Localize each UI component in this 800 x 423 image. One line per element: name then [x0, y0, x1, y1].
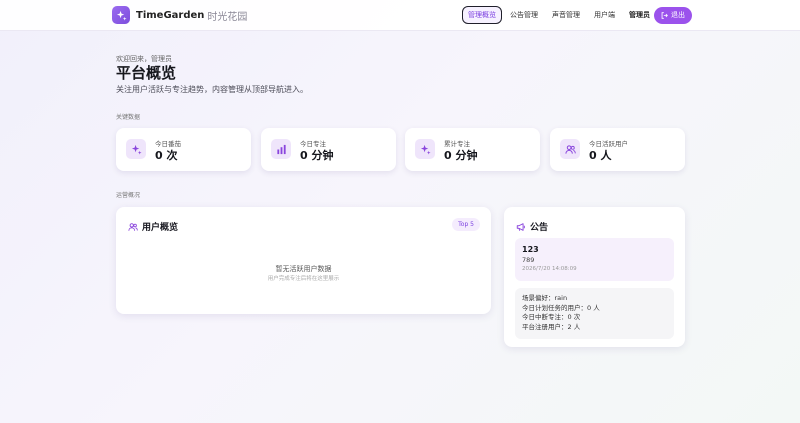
- sparkle-icon: [415, 139, 435, 159]
- empty-state-subtitle: 用户完成专注后将在这里展示: [267, 276, 340, 282]
- stat-value: 0 分钟: [300, 149, 334, 162]
- logout-icon: [661, 11, 668, 19]
- top-badge: Top 5: [452, 218, 480, 231]
- notice-item-title: 123: [522, 245, 539, 254]
- brand-subtitle: 时光花园: [207, 11, 248, 23]
- stat-card-today-focus: 今日专注 0 分钟: [261, 128, 396, 171]
- section-label-operations: 运营概况: [116, 192, 141, 199]
- users-icon: [560, 139, 580, 159]
- notice-item-body: 789: [522, 256, 535, 264]
- megaphone-icon: [516, 222, 525, 231]
- stat-value: 0 次: [155, 149, 178, 162]
- user-overview-panel: 用户概览 Top 5 暂无活跃用户数据 用户完成专注后将在这里展示: [116, 207, 491, 314]
- page-subtitle: 关注用户活跃与专注趋势，内容管理从顶部导航进入。: [116, 85, 308, 94]
- stat-value: 0 人: [589, 149, 612, 162]
- logout-label: 退出: [671, 11, 685, 19]
- main-nav: 管理概览 公告管理 声音管理 用户端 管理员 退出: [462, 6, 692, 24]
- stat-value: 0 分钟: [444, 149, 478, 162]
- stat-card-total-focus: 累计专注 0 分钟: [405, 128, 540, 171]
- notice-item[interactable]: 123 789 2026/7/20 14:08:09: [515, 238, 674, 281]
- user-overview-title: 用户概览: [128, 220, 178, 233]
- nav-user-client[interactable]: 用户端: [588, 6, 621, 24]
- nav-sound-management[interactable]: 声音管理: [546, 6, 586, 24]
- stats-line: 场景偏好：rain: [522, 294, 568, 302]
- notice-title-text: 公告: [530, 223, 549, 233]
- section-label-key-data: 关键数据: [116, 114, 141, 121]
- empty-state-title: 暂无活跃用户数据: [275, 265, 332, 273]
- notice-panel: 公告 123 789 2026/7/20 14:08:09 场景偏好：rain …: [504, 207, 685, 347]
- stat-card-active-users: 今日活跃用户 0 人: [550, 128, 685, 171]
- sparkle-logo-icon: [112, 6, 130, 24]
- brand-name: TimeGarden: [136, 9, 205, 21]
- bar-chart-icon: [271, 139, 291, 159]
- stats-line: 今日中断专注：0 次: [522, 313, 581, 321]
- stats-line: 平台注册用户：2 人: [522, 322, 581, 331]
- page-title: 平台概览: [116, 64, 177, 82]
- users-icon: [128, 222, 138, 231]
- sparkle-icon: [126, 139, 146, 159]
- current-user-name: 管理员: [629, 11, 650, 19]
- notice-item-time: 2026/7/20 14:08:09: [522, 266, 577, 272]
- stats-line: 今日计划任务的用户：0 人: [522, 303, 600, 312]
- stat-card-today-pomodoro: 今日番茄 0 次: [116, 128, 251, 171]
- notice-title: 公告: [516, 220, 548, 233]
- platform-stats-box: 场景偏好：rain 今日计划任务的用户：0 人 今日中断专注：0 次 平台注册用…: [515, 288, 674, 339]
- top-navigation-bar: TimeGarden 时光花园 管理概览 公告管理 声音管理 用户端 管理员 退…: [0, 0, 800, 31]
- nav-overview[interactable]: 管理概览: [462, 6, 502, 24]
- logout-button[interactable]: 退出: [654, 6, 692, 24]
- nav-notice-management[interactable]: 公告管理: [504, 6, 544, 24]
- user-overview-title-text: 用户概览: [142, 223, 179, 233]
- brand[interactable]: TimeGarden 时光花园: [112, 6, 247, 24]
